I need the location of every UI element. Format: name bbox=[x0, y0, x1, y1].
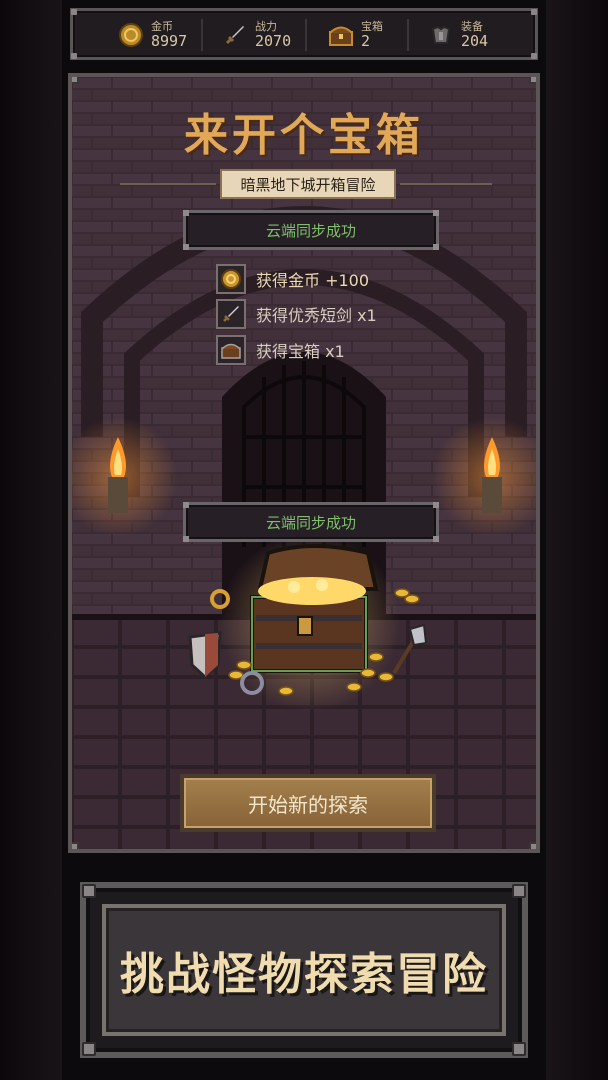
divider bbox=[305, 19, 307, 51]
reward-item: 获得宝箱 x1 bbox=[216, 335, 345, 365]
page-title: 来开个宝箱 bbox=[184, 110, 424, 161]
start-exploration-button[interactable]: 开始新的探索 bbox=[180, 774, 436, 832]
subtitle-line bbox=[120, 183, 216, 185]
panel-corner bbox=[72, 77, 79, 84]
panel-corner bbox=[529, 842, 536, 849]
subtitle-badge: 暗黑地下城开箱冒险 bbox=[220, 169, 396, 199]
reward-item: 获得优秀短剑 x1 bbox=[216, 299, 377, 329]
panel-corner bbox=[529, 77, 536, 84]
chest-stat: 宝箱 2 bbox=[327, 17, 383, 53]
open-treasure-chest bbox=[250, 544, 379, 673]
gold-stat: 金币 8997 bbox=[117, 17, 187, 53]
power-stat: 战力 2070 bbox=[221, 17, 291, 53]
chest-value: 2 bbox=[361, 32, 371, 50]
divider bbox=[407, 19, 409, 51]
banner-text: 挑战怪物探索冒险 bbox=[120, 949, 488, 1000]
equipment-value: 204 bbox=[461, 32, 489, 50]
left-edge bbox=[0, 0, 62, 1080]
power-value: 2070 bbox=[255, 32, 292, 50]
sync-toast-mid: 云端同步成功 bbox=[183, 502, 439, 542]
equipment-stat: 装备 204 bbox=[427, 17, 488, 53]
gold-value: 8997 bbox=[151, 32, 188, 50]
sync-toast-text: 云端同步成功 bbox=[265, 221, 356, 240]
subtitle-line bbox=[400, 183, 492, 185]
treasure-chest-icon bbox=[216, 335, 246, 365]
resource-bar: 金币 8997 战力 2070 宝箱 2 装备 204 bbox=[70, 8, 538, 60]
gold-coin-icon bbox=[117, 21, 145, 49]
rivet bbox=[71, 53, 77, 59]
armor-icon bbox=[427, 21, 455, 49]
reward-text: 获得宝箱 x1 bbox=[256, 342, 345, 361]
short-sword-icon bbox=[216, 299, 246, 329]
rivet bbox=[71, 9, 77, 15]
divider bbox=[201, 19, 203, 51]
rivet bbox=[531, 9, 537, 15]
gold-coin-icon bbox=[216, 264, 246, 294]
chest-panel: 来开个宝箱 暗黑地下城开箱冒险 云端同步成功 获得金币 +100 获得优秀短剑 … bbox=[68, 73, 540, 853]
reward-item: 获得金币 +100 bbox=[216, 264, 369, 294]
rivet bbox=[531, 53, 537, 59]
sword-icon bbox=[221, 21, 249, 49]
reward-text: 获得优秀短剑 x1 bbox=[256, 306, 377, 325]
sync-toast-top: 云端同步成功 bbox=[183, 210, 439, 250]
promo-banner: 挑战怪物探索冒险 bbox=[80, 882, 528, 1058]
treasure-chest-icon bbox=[327, 21, 355, 49]
sync-toast-text: 云端同步成功 bbox=[265, 513, 356, 532]
reward-text: 获得金币 +100 bbox=[256, 271, 370, 290]
panel-corner bbox=[72, 842, 79, 849]
right-edge bbox=[546, 0, 608, 1080]
